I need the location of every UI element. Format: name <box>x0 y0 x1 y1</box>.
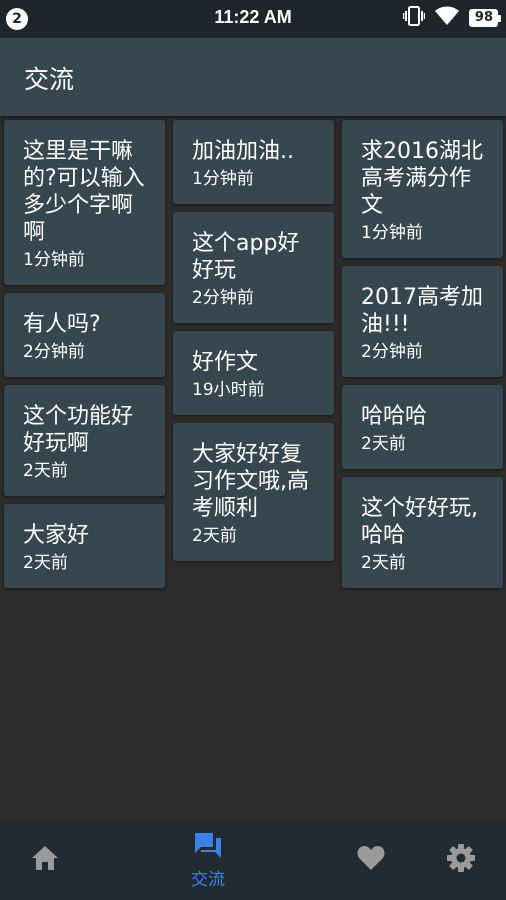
nav-forum[interactable]: 交流 <box>163 820 253 900</box>
bottom-navigation: 交流 <box>0 820 506 900</box>
post-text: 求2016湖北高考满分作文 <box>361 139 483 218</box>
post-text: 大家好好复习作文哦,高考顺利 <box>192 442 309 521</box>
post-time: 2分钟前 <box>361 342 423 362</box>
post-card[interactable]: 这个好好玩,哈哈 2天前 <box>342 477 503 588</box>
posts-column-2: 加油加油.. 1分钟前 这个app好好玩 2分钟前 好作文 19小时前 大家好好… <box>173 120 334 588</box>
system-icons: 98 <box>402 5 502 31</box>
settings-icon <box>446 843 476 877</box>
post-card[interactable]: 这个app好好玩 2分钟前 <box>173 212 334 323</box>
posts-column-3: 求2016湖北高考满分作文 1分钟前 2017高考加油!!! 2分钟前 哈哈哈 … <box>342 120 503 588</box>
nav-forum-label: 交流 <box>191 869 225 890</box>
post-text: 2017高考加油!!! <box>361 285 483 337</box>
post-card[interactable]: 有人吗? 2分钟前 <box>4 293 165 377</box>
post-card[interactable]: 求2016湖北高考满分作文 1分钟前 <box>342 120 503 258</box>
post-text: 有人吗? <box>23 312 101 337</box>
post-time: 2天前 <box>361 553 406 573</box>
post-card[interactable]: 这个功能好好玩啊 2天前 <box>4 385 165 496</box>
post-card[interactable]: 哈哈哈 2天前 <box>342 385 503 469</box>
home-icon <box>30 844 60 876</box>
page-title: 交流 <box>24 65 75 94</box>
post-text: 这个app好好玩 <box>192 231 300 283</box>
post-card[interactable]: 大家好好复习作文哦,高考顺利 2天前 <box>173 423 334 561</box>
nav-home[interactable] <box>0 820 90 900</box>
posts-column-1: 这里是干嘛的?可以输入多少个字啊啊 1分钟前 有人吗? 2分钟前 这个功能好好玩… <box>4 120 165 588</box>
post-time: 2天前 <box>192 526 237 546</box>
status-bar: 2 11:22 AM 98 <box>0 0 506 38</box>
post-text: 加油加油.. <box>192 139 294 164</box>
wifi-icon <box>434 6 459 30</box>
post-time: 2分钟前 <box>192 288 254 308</box>
post-card[interactable]: 加油加油.. 1分钟前 <box>173 120 334 204</box>
post-time: 2天前 <box>23 553 68 573</box>
post-card[interactable]: 2017高考加油!!! 2分钟前 <box>342 266 503 377</box>
post-card[interactable]: 这里是干嘛的?可以输入多少个字啊啊 1分钟前 <box>4 120 165 285</box>
vibrate-icon <box>402 5 426 31</box>
post-card[interactable]: 大家好 2天前 <box>4 504 165 588</box>
post-text: 哈哈哈 <box>361 404 428 429</box>
post-text: 这里是干嘛的?可以输入多少个字啊啊 <box>23 139 145 245</box>
post-time: 1分钟前 <box>23 250 85 270</box>
post-time: 19小时前 <box>192 380 265 400</box>
nav-settings[interactable] <box>416 820 506 900</box>
heart-icon <box>356 844 386 876</box>
post-time: 2天前 <box>23 461 68 481</box>
post-time: 1分钟前 <box>361 223 423 243</box>
nav-favorites[interactable] <box>326 820 416 900</box>
battery-icon: 98 <box>468 9 502 27</box>
post-time: 1分钟前 <box>192 169 254 189</box>
forum-icon <box>193 831 223 863</box>
posts-grid: 这里是干嘛的?可以输入多少个字啊啊 1分钟前 有人吗? 2分钟前 这个功能好好玩… <box>4 120 503 588</box>
post-text: 大家好 <box>23 523 90 548</box>
post-card[interactable]: 好作文 19小时前 <box>173 331 334 415</box>
post-time: 2分钟前 <box>23 342 85 362</box>
post-text: 好作文 <box>192 350 259 375</box>
post-text: 这个功能好好玩啊 <box>23 404 134 456</box>
post-text: 这个好好玩,哈哈 <box>361 496 478 548</box>
post-time: 2天前 <box>361 434 406 454</box>
app-bar: 交流 <box>0 38 506 116</box>
